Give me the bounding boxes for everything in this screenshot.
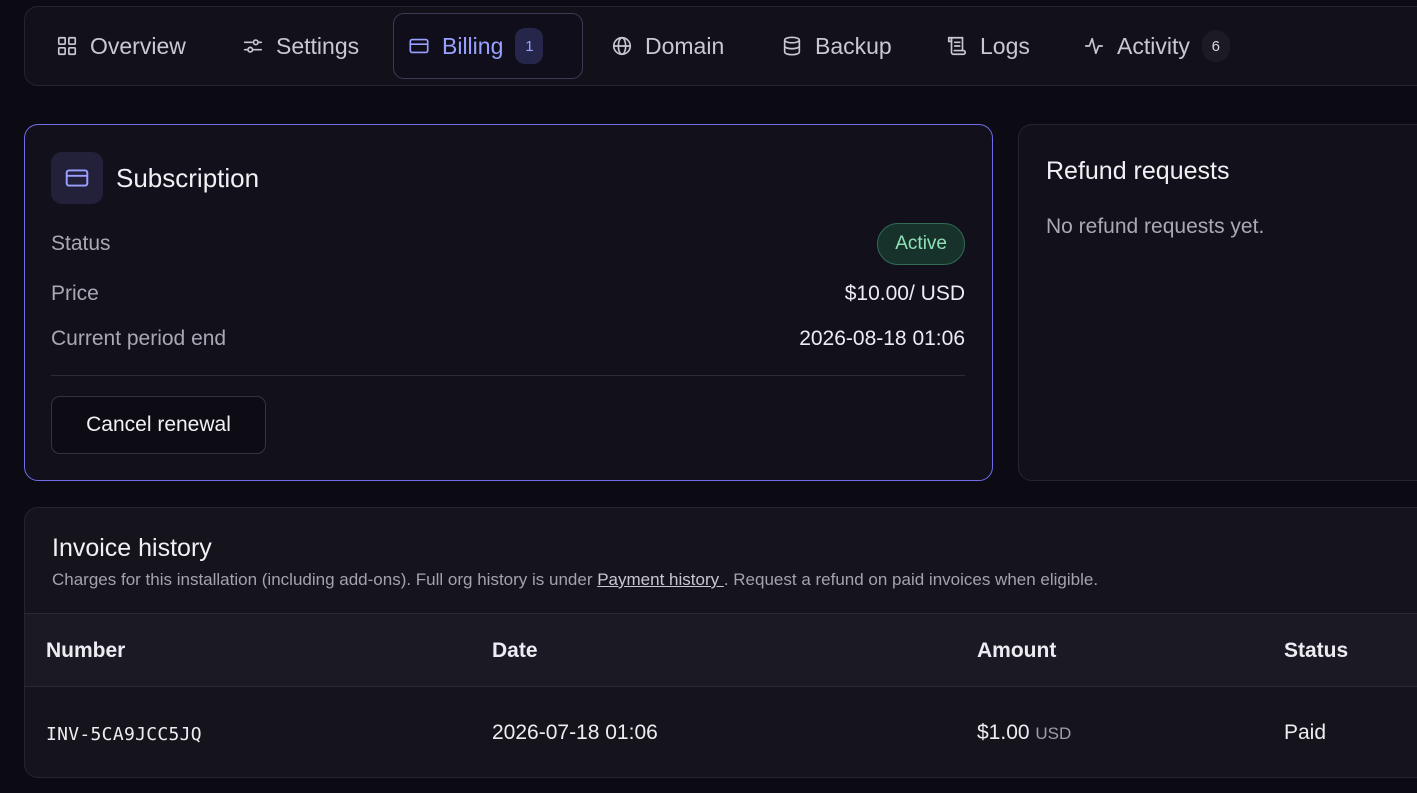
- cancel-renewal-button[interactable]: Cancel renewal: [51, 396, 266, 454]
- column-header-number[interactable]: Number: [46, 639, 125, 663]
- tab-activity[interactable]: Activity 6: [1069, 13, 1244, 79]
- sliders-icon: [243, 39, 263, 53]
- grid-icon: [57, 36, 77, 56]
- tab-badge: 6: [1201, 30, 1230, 62]
- description-text: . Request a refund on paid invoices when…: [723, 570, 1099, 589]
- tab-billing[interactable]: Billing 1: [393, 13, 583, 79]
- invoice-history-card: Invoice history Charges for this install…: [24, 507, 1417, 778]
- tab-label: Activity: [1117, 32, 1190, 59]
- subscription-card: Subscription Status Active Price $10.00/…: [24, 124, 993, 481]
- refund-empty-state: No refund requests yet.: [1046, 215, 1265, 238]
- tab-badge: 1: [515, 28, 544, 64]
- tab-label: Overview: [90, 32, 186, 59]
- description-text: Charges for this installation (including…: [52, 570, 598, 589]
- tab-label: Backup: [815, 32, 892, 59]
- price-label: Price: [51, 282, 99, 305]
- period-end-value: 2026-08-18 01:06: [799, 327, 965, 350]
- invoice-date: 2026-07-18 01:06: [492, 721, 658, 744]
- tab-bar: Overview Settings Billing 1 Domain Backu…: [24, 6, 1417, 86]
- column-header-date[interactable]: Date: [492, 639, 538, 663]
- tab-label: Domain: [645, 32, 725, 59]
- scroll-icon: [947, 36, 967, 56]
- tab-label: Billing: [442, 32, 504, 59]
- table-row[interactable]: INV-5CA9JCC5JQ 2026-07-18 01:06 $1.00 US…: [25, 688, 1417, 777]
- amount-currency: USD: [1035, 724, 1072, 743]
- database-icon: [783, 36, 801, 56]
- tab-label: Logs: [980, 32, 1030, 59]
- status-label: Status: [51, 232, 111, 255]
- refund-requests-title: Refund requests: [1046, 157, 1230, 185]
- amount-value: $1.00: [977, 721, 1030, 744]
- invoice-number: INV-5CA9JCC5JQ: [46, 724, 202, 745]
- status-badge: Active: [877, 223, 965, 265]
- invoice-history-description: Charges for this installation (including…: [52, 570, 1098, 590]
- subscription-title: Subscription: [116, 163, 260, 193]
- subscription-icon-box: [51, 152, 103, 204]
- invoice-history-title: Invoice history: [52, 534, 212, 562]
- divider: [51, 375, 965, 376]
- period-end-label: Current period end: [51, 327, 227, 350]
- tab-domain[interactable]: Domain: [597, 13, 738, 79]
- pulse-icon: [1084, 37, 1104, 55]
- table-header: Number Date Amount Status: [25, 613, 1417, 687]
- tab-label: Settings: [276, 32, 360, 59]
- billing-page: Overview Settings Billing 1 Domain Backu…: [0, 0, 1417, 793]
- tab-backup[interactable]: Backup: [767, 13, 906, 79]
- credit-card-icon: [65, 169, 89, 187]
- tab-overview[interactable]: Overview: [42, 13, 200, 79]
- tab-settings[interactable]: Settings: [228, 13, 373, 79]
- invoice-amount: $1.00 USD: [977, 721, 1071, 745]
- tab-logs[interactable]: Logs: [932, 13, 1044, 79]
- payment-history-link[interactable]: Payment history: [597, 570, 724, 589]
- invoice-status: Paid: [1284, 721, 1327, 744]
- column-header-status[interactable]: Status: [1284, 639, 1348, 663]
- credit-card-icon: [409, 38, 429, 54]
- globe-icon: [612, 36, 632, 56]
- refund-requests-card: Refund requests No refund requests yet.: [1018, 124, 1417, 481]
- column-header-amount[interactable]: Amount: [977, 639, 1056, 663]
- price-value: $10.00/ USD: [844, 282, 965, 305]
